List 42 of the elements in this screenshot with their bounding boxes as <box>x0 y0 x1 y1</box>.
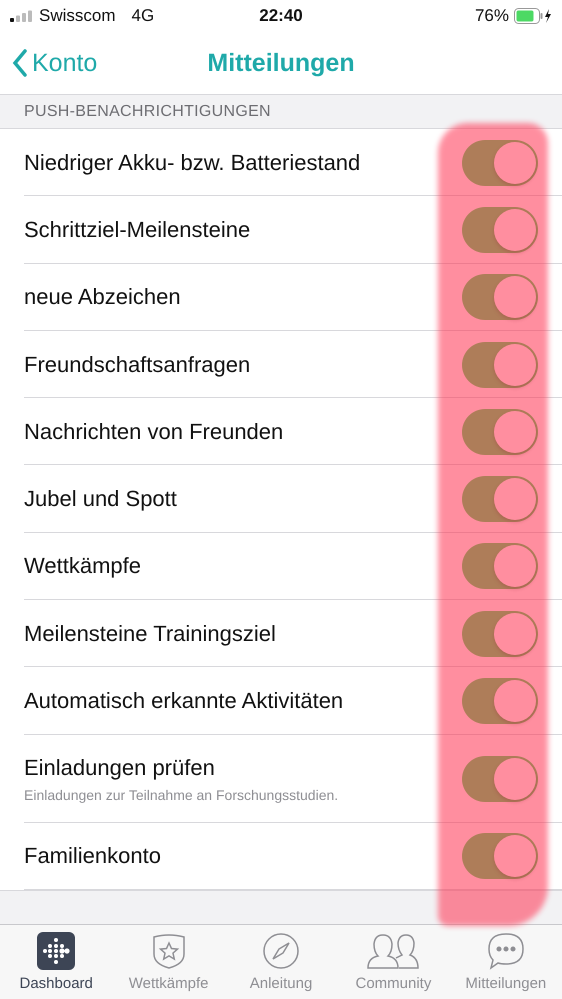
toggle-switch[interactable] <box>462 140 538 186</box>
toggle-switch[interactable] <box>462 678 538 724</box>
setting-label: Jubel und Spott <box>24 486 178 512</box>
setting-label: Einladungen prüfen <box>24 754 216 781</box>
chat-bubble-icon <box>486 932 526 970</box>
carrier-name: Swisscom <box>39 6 116 26</box>
toggle-switch[interactable] <box>462 206 538 253</box>
screen-title: Mitteilungen <box>207 48 355 78</box>
setting-label: Freundschaftsanfragen <box>24 352 252 378</box>
toggle-switch[interactable] <box>462 756 538 802</box>
setting-description: Einladungen zur Teilnahme an Forschungsstudien. <box>24 786 340 803</box>
people-icon <box>366 932 420 970</box>
setting-label: Niedriger Akku- bzw. Batteriestand <box>24 150 362 176</box>
signal-icon <box>10 10 34 22</box>
toggle-switch[interactable] <box>462 476 538 522</box>
chevron-left-icon <box>12 49 28 77</box>
tab-bar-item[interactable]: Community <box>337 925 450 999</box>
battery-percentage: 76% <box>474 6 509 26</box>
setting-label: neue Abzeichen <box>24 284 182 310</box>
tab-bar-item[interactable]: Wettkämpfe <box>112 925 225 999</box>
toggle-switch[interactable] <box>462 274 538 320</box>
section-header: PUSH-BENACHRICHTIGUNGEN <box>24 102 271 120</box>
compass-icon <box>262 932 300 970</box>
tab-bar-item[interactable]: Dashboard <box>0 925 112 999</box>
network-type: 4G <box>132 6 154 26</box>
setting-label: Familienkonto <box>24 843 162 870</box>
tab-bar-item[interactable]: Mitteilungen <box>450 925 562 999</box>
setting-label: Meilensteine Trainingsziel <box>24 620 277 647</box>
back-button[interactable]: Konto <box>0 48 98 78</box>
setting-label: Wettkämpfe <box>24 553 142 580</box>
toggle-switch[interactable] <box>462 408 538 455</box>
tab-bar-item[interactable]: Anleitung <box>224 925 338 999</box>
setting-label: Schrittziel-Meilensteine <box>24 216 252 243</box>
toggle-switch[interactable] <box>462 342 538 388</box>
charging-battery-icon <box>514 8 552 24</box>
toggle-switch[interactable] <box>462 543 538 590</box>
setting-label: Automatisch erkannte Aktivitäten <box>24 688 344 714</box>
dots-logo-icon <box>37 932 76 970</box>
setting-label: Nachrichten von Freunden <box>24 418 284 445</box>
toggle-switch[interactable] <box>462 833 538 880</box>
clock-time: 22:40 <box>259 6 303 26</box>
toggle-switch[interactable] <box>462 610 538 657</box>
